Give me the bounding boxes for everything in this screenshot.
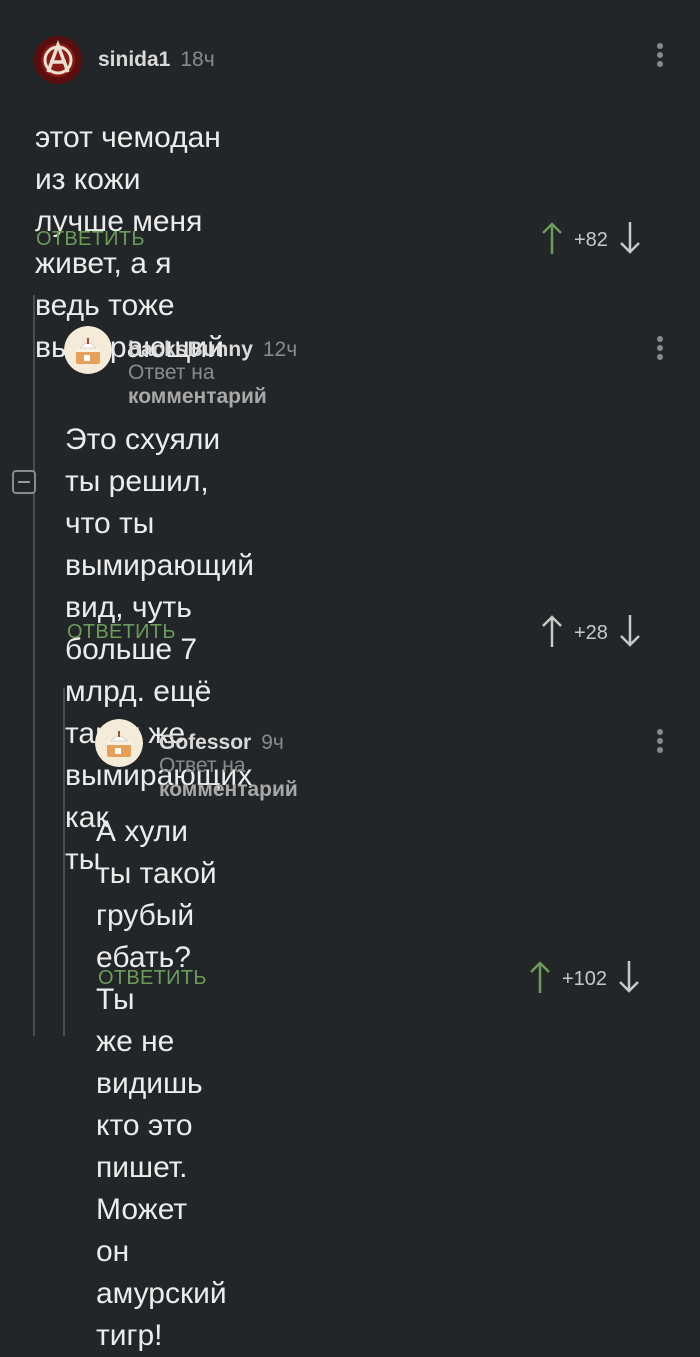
arrow-up-icon[interactable] [540, 613, 564, 654]
reply-to-link[interactable]: комментарий [159, 778, 298, 801]
comment-text-line: этот чемодан из кожи лучше меня [35, 121, 221, 238]
reply-to-prefix: Ответ на [128, 361, 215, 384]
more-vertical-icon[interactable] [655, 43, 665, 70]
comment-text-line: он амурский тигр! [96, 1235, 227, 1352]
vote-count: +102 [562, 968, 608, 990]
comment-text-line: Это схуяли ты решил, что ты [65, 423, 221, 540]
vote-controls: +82 [540, 220, 642, 261]
vote-controls: +102 [528, 959, 641, 1000]
reply-button[interactable]: ответить [67, 621, 176, 644]
timestamp: 18ч [180, 48, 215, 71]
arrow-down-icon[interactable] [618, 613, 642, 654]
username[interactable]: Gofessor [159, 731, 251, 755]
username[interactable]: sinida1 [98, 48, 170, 72]
more-vertical-icon[interactable] [655, 336, 665, 363]
arrow-up-icon[interactable] [540, 220, 564, 261]
comment-header: sinida1 18ч [34, 36, 215, 84]
comment-text: А хули ты такой грубый ебать? Ты же не в… [96, 811, 227, 1357]
timestamp: 9ч [261, 731, 284, 754]
arrow-up-icon[interactable] [528, 959, 552, 1000]
vote-count: +28 [574, 622, 608, 644]
reply-button[interactable]: ответить [36, 228, 145, 251]
comment-text-line: вымирающий вид, чуть больше 7 [65, 549, 254, 666]
username[interactable]: backsBunny [128, 338, 253, 362]
reply-to-line: Ответ на комментарий [159, 754, 298, 802]
cake-avatar-icon[interactable] [64, 326, 112, 374]
vote-count: +82 [574, 229, 608, 251]
thread-line [63, 688, 65, 1036]
thread-line [33, 295, 35, 1036]
vote-controls: +28 [540, 613, 642, 654]
reply-to-link[interactable]: комментарий [128, 385, 267, 408]
collapse-minus-icon[interactable] [12, 470, 36, 494]
reply-to-line: Ответ на комментарий [128, 361, 267, 409]
reply-button[interactable]: ответить [98, 967, 207, 990]
reply-to-prefix: Ответ на [159, 754, 246, 777]
timestamp: 12ч [262, 338, 298, 361]
arrow-down-icon[interactable] [618, 220, 642, 261]
cake-avatar-icon[interactable] [95, 719, 143, 767]
arrow-down-icon[interactable] [617, 959, 641, 1000]
more-vertical-icon[interactable] [655, 729, 665, 756]
comment-text-line: же не видишь кто это пишет. Может [96, 1025, 203, 1226]
anarchy-avatar-icon[interactable] [34, 36, 82, 84]
